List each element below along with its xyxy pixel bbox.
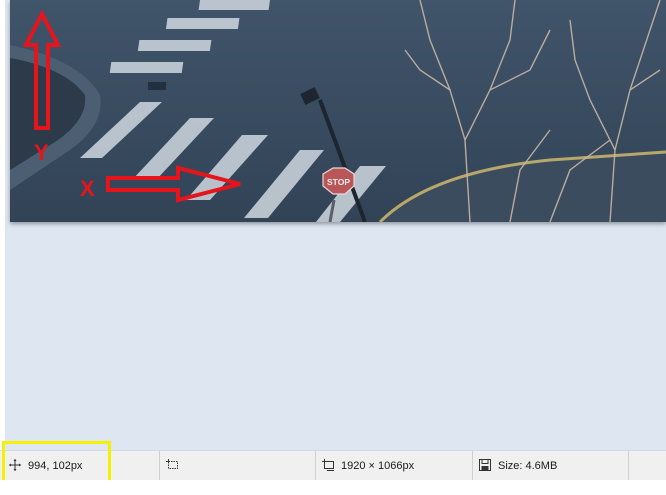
image-dimensions-icon (322, 458, 336, 473)
status-extra-cell (629, 451, 666, 480)
status-bar: 994, 102px 1920 × 1066px Size: 4.6MB (0, 450, 666, 480)
cursor-position: 994, 102px (28, 459, 83, 472)
x-axis-label: X (80, 176, 95, 201)
stop-sign-text: STOP (327, 177, 350, 187)
save-disk-icon (479, 458, 493, 473)
selection-cell (160, 451, 316, 480)
file-size-cell: Size: 4.6MB (473, 451, 629, 480)
image-dimensions-cell: 1920 × 1066px (316, 451, 473, 480)
street-photo: STOP Y X (10, 0, 666, 222)
file-size: Size: 4.6MB (498, 459, 558, 472)
selection-icon (166, 458, 180, 473)
move-crosshair-icon (9, 458, 23, 473)
cursor-position-cell: 994, 102px (0, 451, 160, 480)
y-axis-label: Y (34, 140, 49, 165)
window-bottom-edge (0, 480, 666, 495)
image-dimensions: 1920 × 1066px (341, 459, 415, 472)
image-canvas[interactable]: STOP Y X (10, 0, 666, 222)
